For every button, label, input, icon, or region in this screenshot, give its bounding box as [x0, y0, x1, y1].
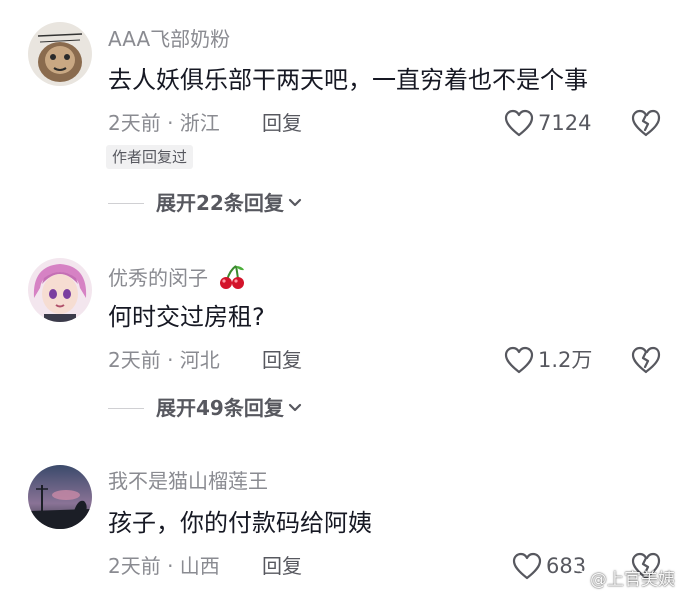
watermark-text: @上官美姨 — [590, 570, 675, 590]
heart-icon — [504, 109, 534, 137]
like-count: 1.2万 — [538, 348, 593, 372]
heart-icon — [512, 552, 542, 580]
comment-username[interactable]: 我不是猫山榴莲王 — [108, 469, 268, 493]
like-button[interactable]: 7124 — [504, 108, 591, 138]
reply-button[interactable]: 回复 — [262, 553, 302, 579]
comment-text: 何时交过房租? — [108, 303, 265, 331]
avatar[interactable] — [28, 258, 92, 322]
divider-line — [108, 202, 144, 204]
chevron-down-icon — [288, 403, 301, 412]
comment-item: 我不是猫山榴莲王 孩子，你的付款码给阿姨 2天前 · 山西 回复 683 — [0, 0, 690, 580]
expand-replies-button[interactable]: 展开22条回复 — [108, 190, 302, 216]
heart-icon — [504, 346, 534, 374]
broken-heart-icon — [631, 346, 661, 374]
chevron-down-icon — [288, 198, 301, 207]
comment-meta: 2天前 · 浙江 — [108, 111, 220, 135]
divider-line — [108, 407, 144, 409]
username-text[interactable]: 我不是猫山榴莲王 — [108, 469, 268, 493]
comment-username[interactable]: AAA飞部奶粉 — [108, 27, 230, 51]
comment-text: 去人妖俱乐部干两天吧，一直穷着也不是个事 — [108, 66, 588, 94]
like-count: 7124 — [538, 111, 592, 135]
comment-meta: 2天前 · 山西 — [108, 554, 220, 578]
avatar[interactable] — [28, 22, 92, 86]
cherry-emoji — [218, 264, 246, 295]
dislike-button[interactable] — [630, 108, 662, 138]
weibo-icon — [565, 569, 586, 586]
reply-button[interactable]: 回复 — [262, 347, 302, 373]
comment-item: AAA飞部奶粉 去人妖俱乐部干两天吧，一直穷着也不是个事 2天前 · 浙江 回复… — [0, 0, 690, 225]
username-text[interactable]: 优秀的闵子 — [108, 266, 208, 290]
expand-replies-label: 展开49条回复 — [156, 396, 284, 420]
broken-heart-icon — [631, 109, 661, 137]
expand-replies-label: 展开22条回复 — [156, 191, 284, 215]
comment-text: 孩子，你的付款码给阿姨 — [108, 509, 372, 537]
comment-meta: 2天前 · 河北 — [108, 348, 220, 372]
like-button[interactable]: 1.2万 — [504, 345, 592, 375]
username-text[interactable]: AAA飞部奶粉 — [108, 27, 230, 51]
reply-button[interactable]: 回复 — [262, 110, 302, 136]
expand-replies-button[interactable]: 展开49条回复 — [108, 395, 302, 421]
author-replied-tag: 作者回复过 — [106, 145, 194, 169]
avatar[interactable] — [28, 465, 92, 529]
comment-username[interactable]: 优秀的闵子 — [108, 264, 246, 295]
watermark: @上官美姨 — [565, 565, 675, 590]
dislike-button[interactable] — [630, 345, 662, 375]
